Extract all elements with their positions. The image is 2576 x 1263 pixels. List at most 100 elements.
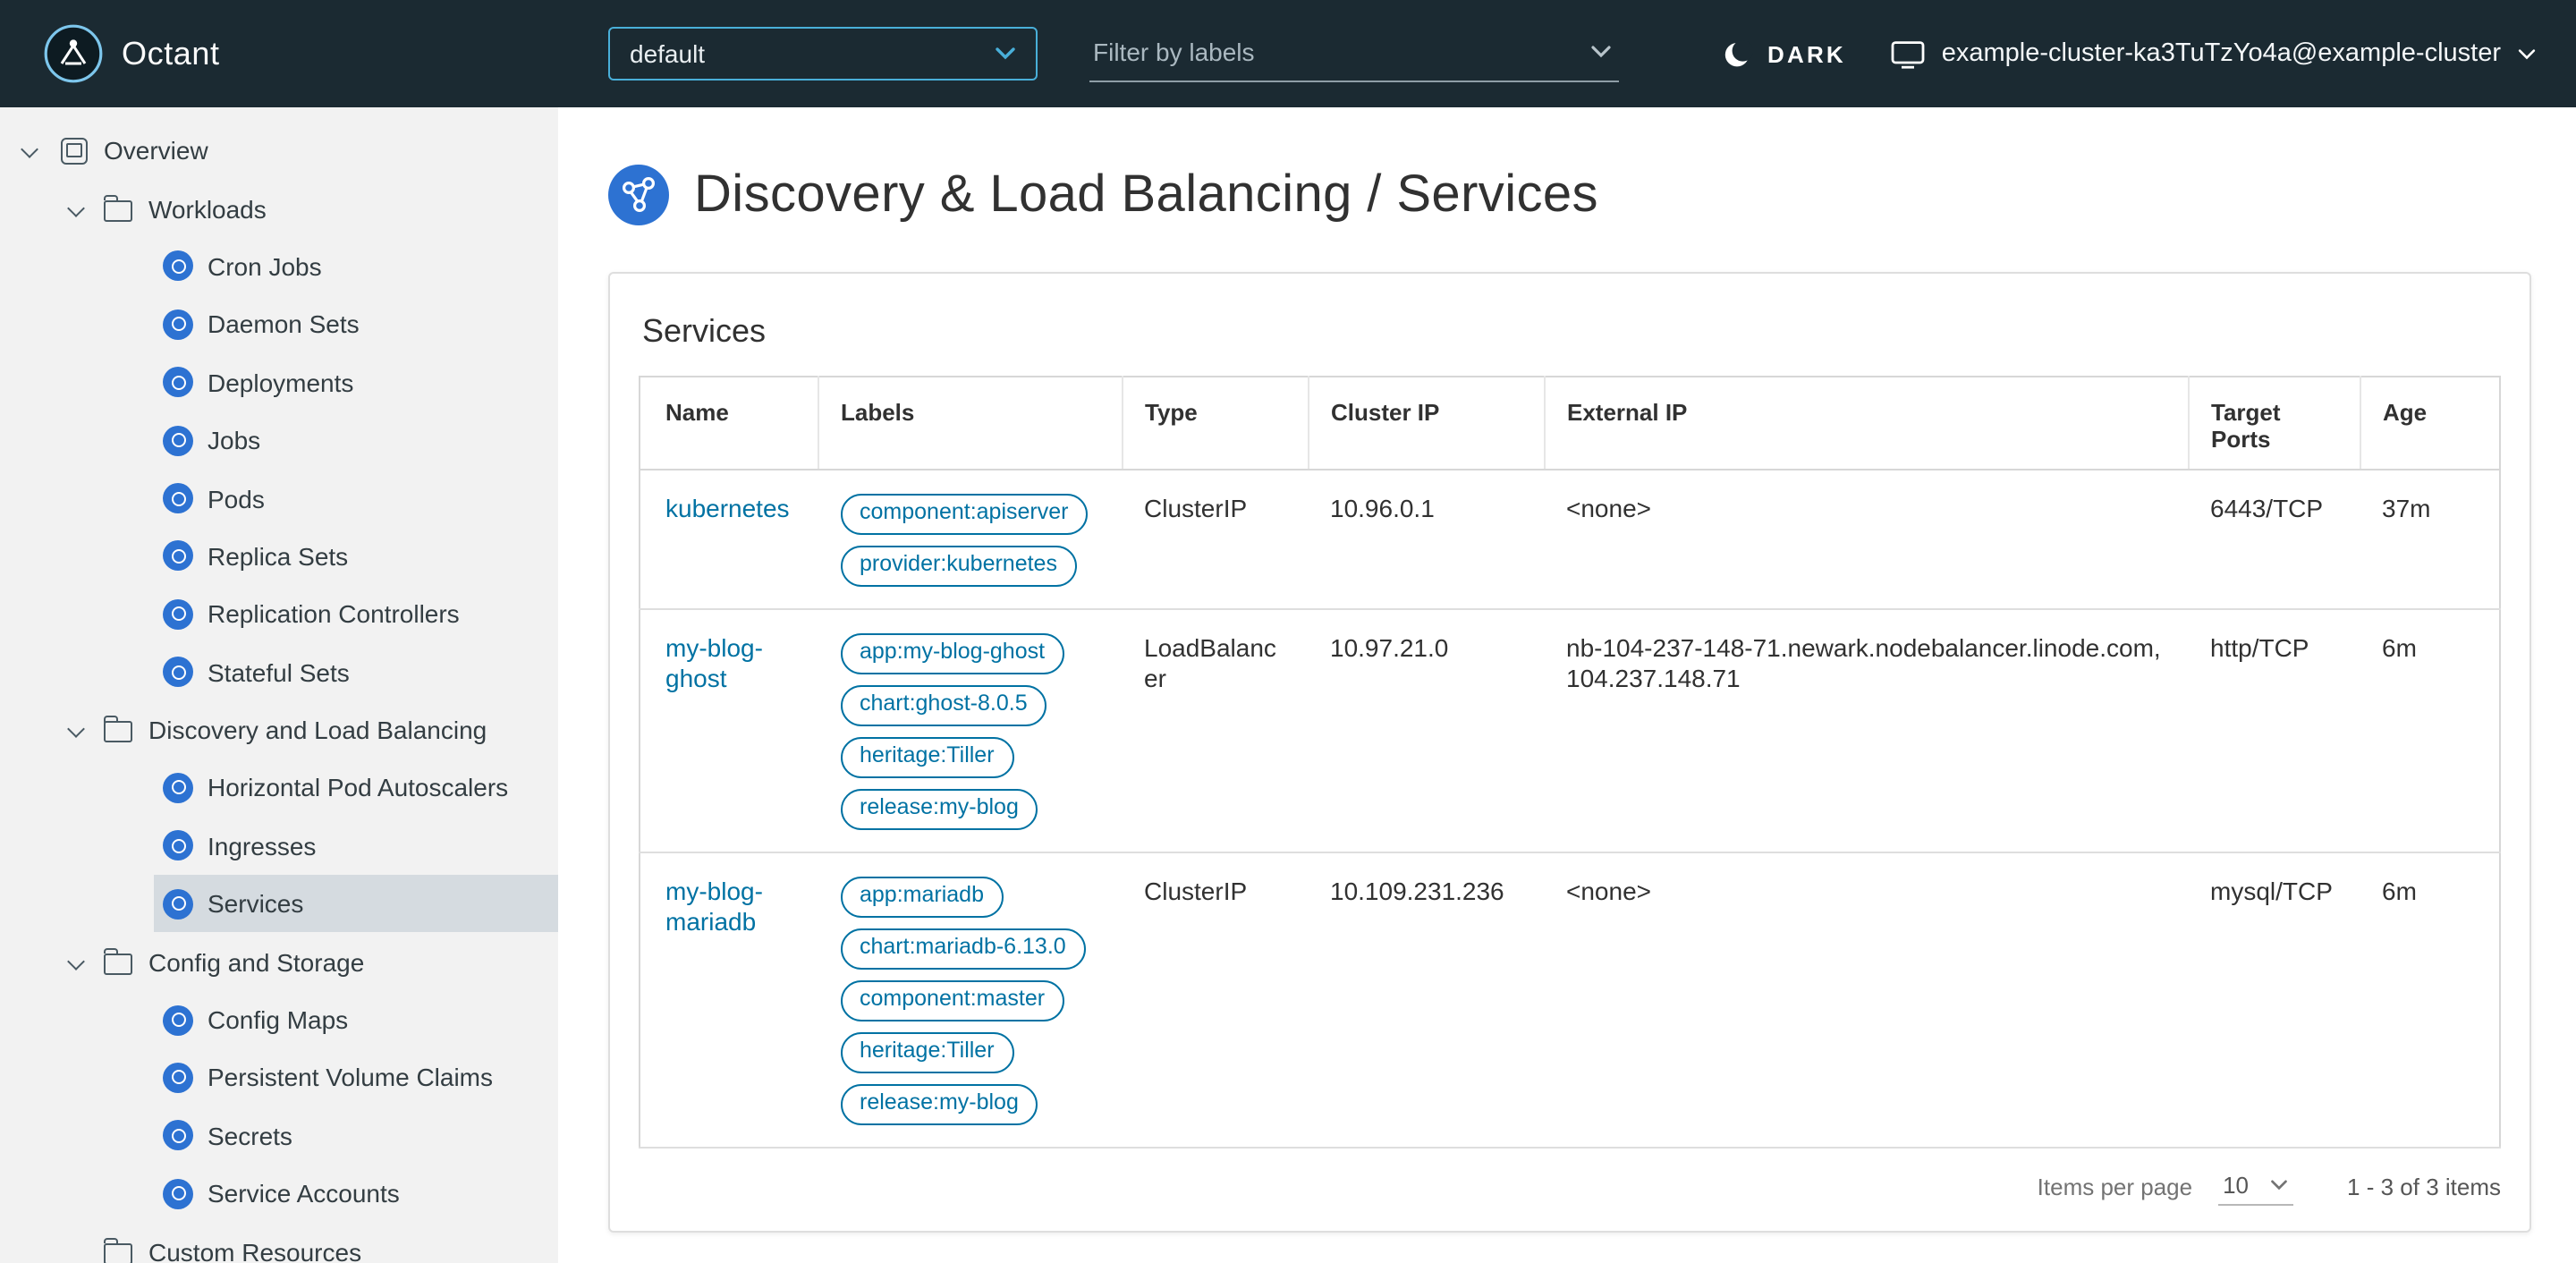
sidebar-item-replica-sets[interactable]: Replica Sets — [154, 527, 558, 585]
label-pill: app:mariadb — [840, 876, 1004, 918]
name-cell: my-blog-mariadb — [640, 852, 818, 1149]
table-header-row: Name Labels Type Cluster IP External IP … — [640, 377, 2500, 470]
sidebar-item-label: Daemon Sets — [208, 309, 360, 339]
pagination-range: 1 - 3 of 3 items — [2347, 1174, 2501, 1201]
top-bar: Octant default DARK example-cluster- — [0, 0, 2576, 107]
sidebar-item-horizontal-pod-autoscalers[interactable]: Horizontal Pod Autoscalers — [154, 759, 558, 818]
external-ip-cell: <none> — [1545, 852, 2189, 1149]
sidebar-item-discovery-and-load-balancing[interactable]: Discovery and Load Balancing — [0, 701, 558, 759]
items-per-page-value: 10 — [2223, 1171, 2250, 1199]
sidebar-item-secrets[interactable]: Secrets — [154, 1106, 558, 1165]
label-filter-input[interactable] — [1089, 38, 1580, 70]
type-cell: ClusterIP — [1123, 852, 1309, 1149]
sidebar-item-label: Service Accounts — [208, 1179, 400, 1208]
main-content: Discovery & Load Balancing / Services Se… — [558, 107, 2576, 1263]
app-title: Octant — [122, 35, 220, 71]
chevron-down-icon[interactable] — [64, 717, 89, 742]
sidebar-item-overview[interactable]: Overview — [0, 122, 558, 180]
services-icon — [163, 888, 193, 920]
sidebar-item-replication-controllers[interactable]: Replication Controllers — [154, 585, 558, 643]
name-cell: kubernetes — [640, 469, 818, 610]
sidebar-item-config-and-storage[interactable]: Config and Storage — [0, 933, 558, 991]
service-link[interactable]: my-blog-mariadb — [665, 876, 763, 936]
caret-spacer — [64, 1239, 89, 1263]
card-title: Services — [642, 313, 767, 349]
table-row: my-blog-ghost app:my-blog-ghost chart:gh… — [640, 608, 2500, 853]
chevron-down-icon — [996, 47, 1015, 60]
sidebar-item-persistent-volume-claims[interactable]: Persistent Volume Claims — [154, 1049, 558, 1107]
cluster-ip-cell: 10.97.21.0 — [1309, 608, 1545, 853]
service-link[interactable]: my-blog-ghost — [665, 632, 763, 692]
cluster-context-label: example-cluster-ka3TuTzYo4a@example-clus… — [1941, 39, 2501, 68]
service-link[interactable]: kubernetes — [665, 493, 790, 521]
service-accounts-icon — [163, 1178, 193, 1209]
items-per-page-select[interactable]: 10 — [2217, 1169, 2294, 1206]
services-card: Services Name Labels Type Cluster IP Ext… — [608, 272, 2531, 1233]
sidebar-item-config-maps[interactable]: Config Maps — [154, 991, 558, 1049]
namespace-select[interactable]: default — [608, 27, 1038, 81]
pagination: Items per page 10 1 - 3 of 3 items — [639, 1148, 2501, 1226]
label-pill: release:my-blog — [840, 1083, 1038, 1125]
age-cell: 6m — [2360, 852, 2500, 1149]
sidebar-item-deployments[interactable]: Deployments — [154, 353, 558, 411]
stateful-sets-icon — [163, 657, 193, 688]
chevron-down-icon[interactable] — [18, 138, 43, 163]
discovery-load-balancing-icon — [608, 165, 669, 225]
sidebar-item-service-accounts[interactable]: Service Accounts — [154, 1165, 558, 1223]
label-pill: release:my-blog — [840, 788, 1038, 830]
theme-toggle[interactable]: DARK — [1723, 0, 1846, 107]
label-pill: app:my-blog-ghost — [840, 632, 1065, 674]
config-maps-icon — [163, 1004, 193, 1036]
sidebar-item-label: Config Maps — [208, 1005, 349, 1035]
sidebar-item-label: Workloads — [148, 194, 267, 224]
cluster-context[interactable]: example-cluster-ka3TuTzYo4a@example-clus… — [1892, 0, 2537, 107]
chevron-down-icon[interactable] — [64, 196, 89, 221]
persistent-volume-claims-icon — [163, 1062, 193, 1093]
sidebar-item-jobs[interactable]: Jobs — [154, 411, 558, 470]
sidebar-item-label: Jobs — [208, 426, 261, 455]
sidebar-item-label: Discovery and Load Balancing — [148, 716, 487, 745]
sidebar-item-label: Replica Sets — [208, 541, 349, 571]
cluster-ip-cell: 10.96.0.1 — [1309, 469, 1545, 610]
folder-icon — [103, 194, 132, 222]
column-header-name: Name — [640, 377, 819, 470]
items-per-page-label: Items per page — [2037, 1174, 2193, 1201]
age-cell: 37m — [2360, 469, 2500, 610]
target-ports-cell: http/TCP — [2189, 608, 2360, 853]
sidebar-item-ingresses[interactable]: Ingresses — [154, 817, 558, 875]
folder-icon — [103, 1237, 132, 1263]
sidebar-item-pods[interactable]: Pods — [154, 470, 558, 528]
type-cell: LoadBalancer — [1123, 608, 1309, 853]
labels-cell: app:my-blog-ghost chart:ghost-8.0.5 heri… — [818, 608, 1123, 853]
ingresses-icon — [163, 830, 193, 861]
folder-icon — [103, 716, 132, 743]
sidebar-item-daemon-sets[interactable]: Daemon Sets — [154, 295, 558, 353]
chevron-down-icon[interactable] — [64, 949, 89, 974]
column-header-age: Age — [2360, 377, 2500, 470]
chevron-down-icon — [2271, 1179, 2287, 1190]
label-pill: heritage:Tiller — [840, 736, 1014, 778]
sidebar-item-label: Custom Resources — [148, 1237, 362, 1263]
target-ports-cell: 6443/TCP — [2189, 469, 2360, 610]
daemon-sets-icon — [163, 309, 193, 340]
sidebar-item-cron-jobs[interactable]: Cron Jobs — [154, 238, 558, 296]
chevron-down-icon[interactable] — [1590, 45, 1612, 59]
column-header-labels: Labels — [818, 377, 1123, 470]
sidebar-item-workloads[interactable]: Workloads — [0, 180, 558, 238]
replication-controllers-icon — [163, 598, 193, 630]
name-cell: my-blog-ghost — [640, 608, 818, 853]
sidebar-item-stateful-sets[interactable]: Stateful Sets — [154, 643, 558, 701]
sidebar-item-label: Horizontal Pod Autoscalers — [208, 773, 509, 802]
sidebar-item-custom-resources[interactable]: Custom Resources — [0, 1223, 558, 1263]
label-pill: chart:ghost-8.0.5 — [840, 684, 1047, 726]
sidebar-nav: Overview Workloads Cron Jobs Daemon Sets… — [0, 107, 558, 1263]
octant-window: Octant default DARK example-cluster- — [0, 0, 2576, 1263]
jobs-icon — [163, 425, 193, 456]
sidebar-item-label: Replication Controllers — [208, 599, 460, 629]
table-row: my-blog-mariadb app:mariadb chart:mariad… — [640, 852, 2500, 1149]
sidebar-item-services[interactable]: Services — [154, 875, 558, 933]
moon-icon — [1724, 39, 1753, 66]
target-ports-cell: mysql/TCP — [2189, 852, 2360, 1149]
labels-cell: component:apiserver provider:kubernetes — [818, 469, 1123, 610]
age-cell: 6m — [2360, 608, 2500, 853]
